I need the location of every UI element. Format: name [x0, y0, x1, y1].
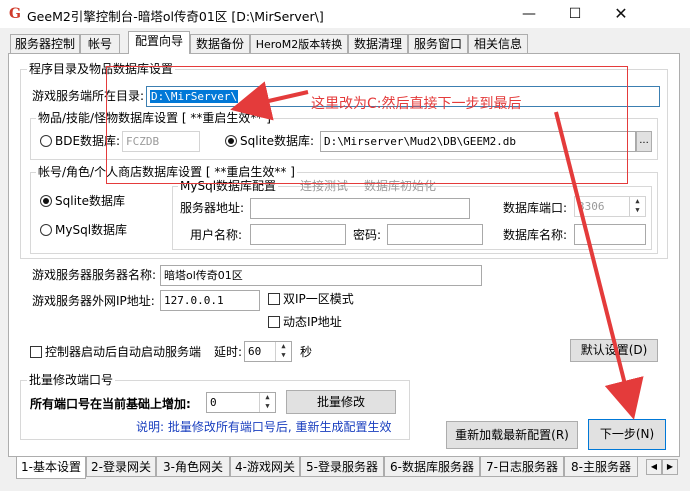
tab-config-wizard[interactable]: 配置向导: [128, 31, 190, 54]
annotation-arrows: [230, 81, 644, 420]
arrow-to-dir-input: [230, 81, 309, 121]
arrow-to-next-button: [554, 111, 644, 420]
